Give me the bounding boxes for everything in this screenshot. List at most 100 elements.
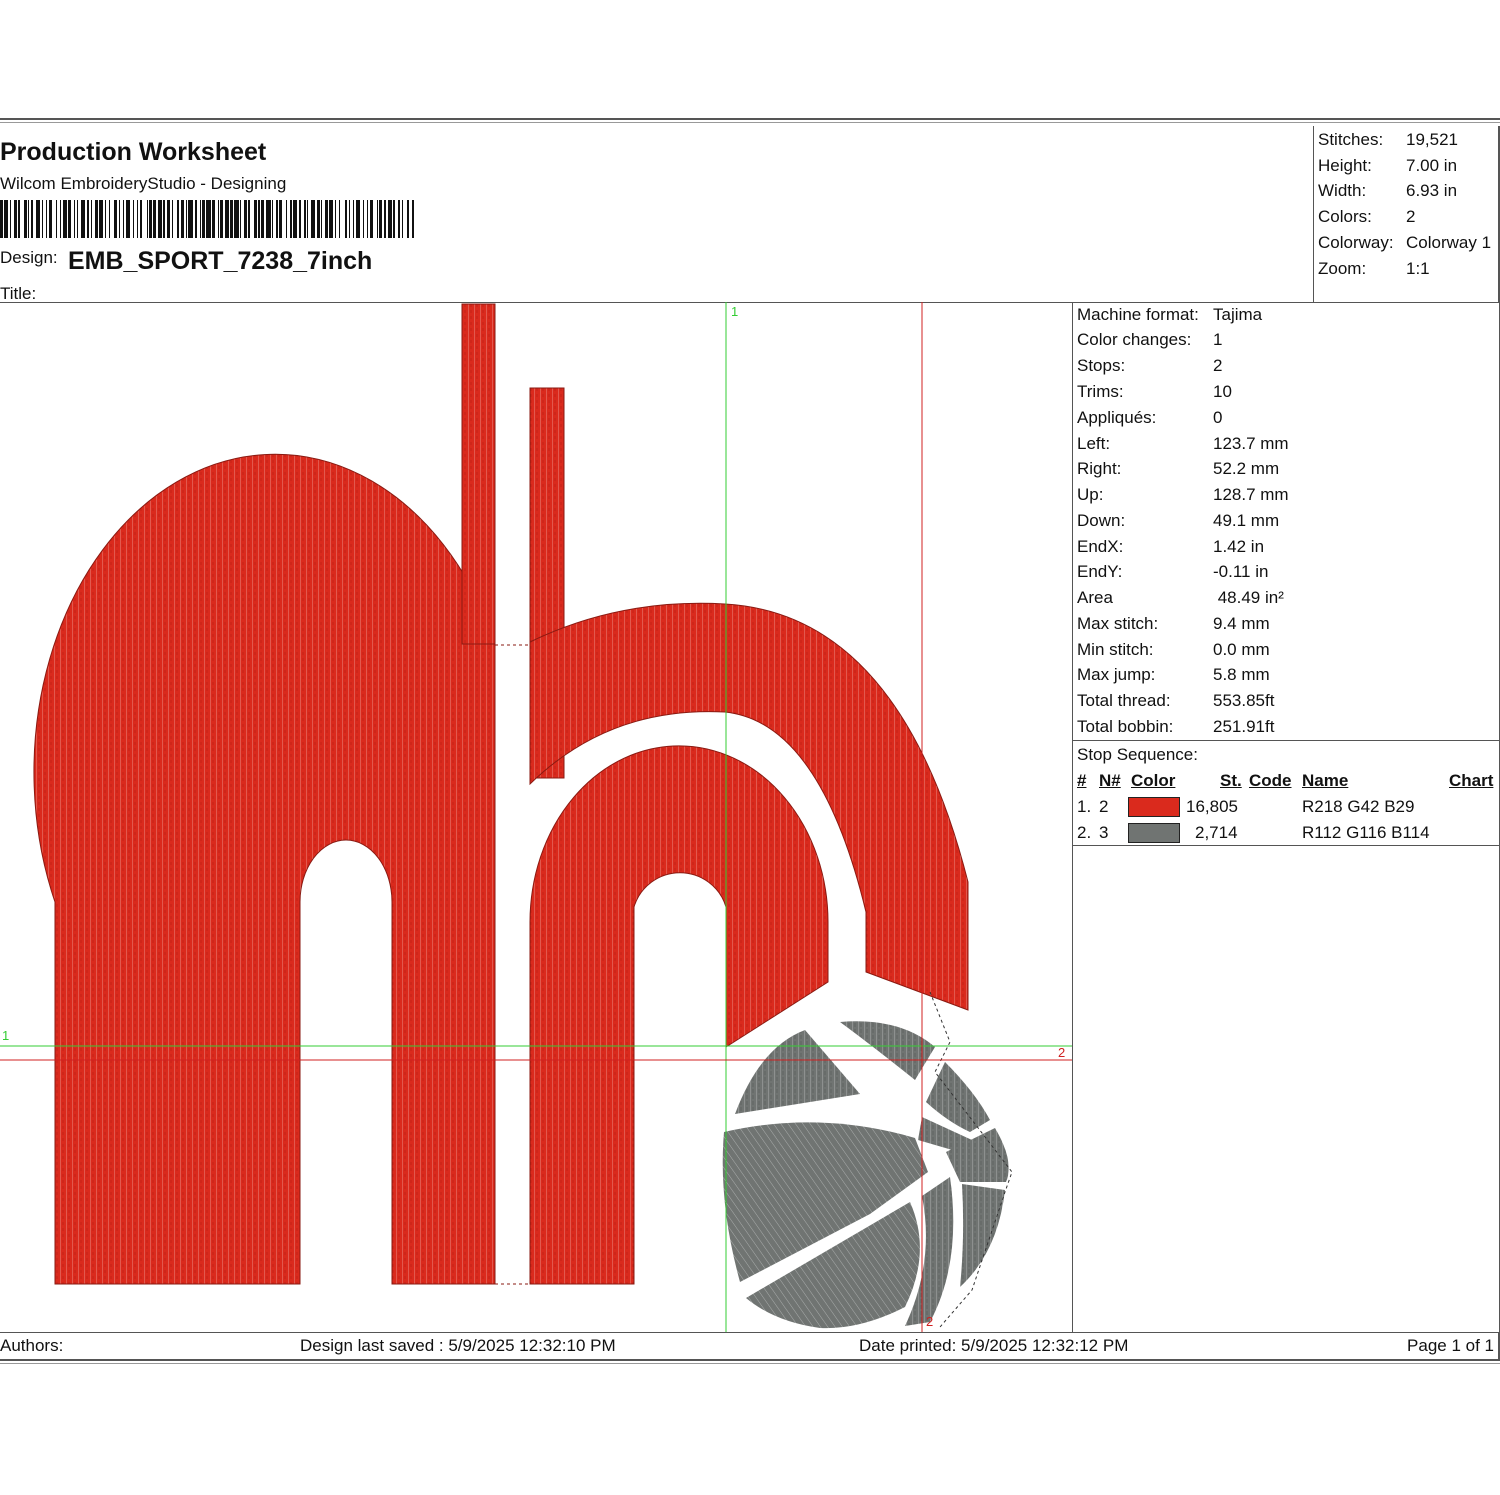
summary-value: 1:1 [1406,259,1430,278]
stop-num: 1. [1077,797,1092,816]
info-label: Min stitch: [1077,640,1154,659]
info-label: EndX: [1077,537,1124,556]
info-label: Max stitch: [1077,614,1159,633]
stop-needle: 2 [1099,797,1109,816]
design-name: EMB_SPORT_7238_7inch [68,247,373,275]
info-value: 52.2 mm [1213,459,1280,478]
summary-label: Height: [1318,156,1372,175]
info-value: -0.11 in [1213,562,1269,581]
summary-row: Colors: 2 [1318,207,1415,227]
info-row: Appliqués: 0 [1077,408,1222,428]
info-row: Max jump: 5.8 mm [1077,665,1270,685]
info-value: 128.7 mm [1213,485,1289,504]
info-label: EndY: [1077,562,1123,581]
worksheet-header: Production Worksheet Wilcom EmbroiderySt… [0,126,1500,303]
info-label: Stops: [1077,356,1126,375]
summary-row: Colorway: Colorway 1 [1318,233,1491,253]
left-tall-bar [461,303,496,645]
barcode-bar [414,200,415,238]
summary-row: Stitches: 19,521 [1318,130,1458,150]
ball-segment [840,1021,935,1080]
summary-row: Zoom: 1:1 [1318,259,1430,279]
info-row: EndX: 1.42 in [1077,537,1264,557]
page-number: Page 1 of 1 [1407,1336,1494,1355]
bottom-rule [0,1363,1500,1364]
barcode [0,200,418,238]
stop-needle: 3 [1099,823,1109,842]
info-label: Right: [1077,459,1122,478]
top-rule [0,118,1500,123]
info-label: Trims: [1077,382,1124,401]
letter-n-left [33,453,496,1285]
info-value: 9.4 mm [1213,614,1270,633]
col-header-name: Name [1302,771,1349,790]
stop-stitches: 2,714 [1195,823,1238,842]
info-value: 0 [1213,408,1223,427]
info-label: Total bobbin: [1077,717,1174,736]
design-label: Design: [0,248,58,267]
summary-label: Width: [1318,181,1367,200]
info-label: Color changes: [1077,330,1192,349]
info-row: Area 48.49 in² [1077,588,1284,608]
stop-sequence-title: Stop Sequence: [1077,745,1198,764]
info-value: 49.1 mm [1213,511,1280,530]
info-value: 553.85ft [1213,691,1275,710]
color-swatch [1128,797,1180,817]
info-row: Stops: 2 [1077,356,1222,376]
summary-value: 6.93 in [1406,181,1458,200]
machine-info-panel: Machine format: Tajima Color changes: 1 St… [1072,302,1500,1332]
col-header-needle: N# [1099,771,1121,790]
stop-color-name: R112 G116 B114 [1302,823,1430,842]
stop-sequence-end [1073,845,1499,846]
ball-segment [960,1184,1005,1287]
info-value: 251.91ft [1213,717,1275,736]
worksheet-footer: Authors: Design last saved : 5/9/2025 12… [0,1332,1500,1361]
summary-value: 2 [1406,207,1416,226]
info-row: Max stitch: 9.4 mm [1077,614,1270,634]
stop-row: 1. 2 16,805 R218 G42 B29 [1073,797,1499,823]
info-label: Up: [1077,485,1104,504]
design-last-saved: Design last saved : 5/9/2025 12:32:10 PM [300,1336,616,1355]
summary-value: Colorway 1 [1406,233,1492,252]
info-label: Max jump: [1077,665,1156,684]
info-value: Tajima [1213,305,1263,324]
stop-stitches: 16,805 [1186,797,1238,816]
col-header-stitches: St. [1220,771,1242,790]
software-name: Wilcom EmbroideryStudio - Designing [0,174,287,193]
col-header-chart: Chart [1449,771,1494,790]
production-worksheet: Production Worksheet Wilcom EmbroiderySt… [0,118,1500,1368]
info-value: 0.0 mm [1213,640,1270,659]
info-row: Left: 123.7 mm [1077,434,1289,454]
info-label: Machine format: [1077,305,1199,324]
info-label: Down: [1077,511,1126,530]
stop-color-name: R218 G42 B29 [1302,797,1415,816]
info-row: Up: 128.7 mm [1077,485,1289,505]
info-label: Appliqués: [1077,408,1157,427]
info-value: 2 [1213,356,1223,375]
embroidery-preview: 1 1 2 2 [0,302,1072,1332]
info-row: Trims: 10 [1077,382,1232,402]
ball-segment [735,1030,860,1114]
stop-num: 2. [1077,823,1092,842]
design-preview: 1 1 2 2 [0,302,1072,1332]
summary-row: Width: 6.93 in [1318,181,1457,201]
info-value: 123.7 mm [1213,434,1289,453]
title-label: Title: [0,284,37,303]
col-header-num: # [1077,771,1087,790]
summary-label: Colorway: [1318,233,1394,252]
info-label: Left: [1077,434,1111,453]
info-row: Down: 49.1 mm [1077,511,1279,531]
ball-segment [926,1062,990,1132]
info-value: 10 [1213,382,1232,401]
worksheet-title: Production Worksheet [0,138,267,166]
col-header-code: Code [1249,771,1292,790]
summary-label: Stitches: [1318,130,1384,149]
summary-panel: Stitches: 19,521 Height: 7.00 in Width: 6.9… [1313,126,1499,302]
info-value: 5.8 mm [1213,665,1270,684]
info-row: EndY: -0.11 in [1077,562,1268,582]
summary-label: Colors: [1318,207,1372,226]
guide-label: 2 [1058,1045,1065,1060]
info-value: 1 [1213,330,1223,349]
info-row: Machine format: Tajima [1077,305,1262,325]
info-row: Total bobbin: 251.91ft [1077,717,1274,737]
